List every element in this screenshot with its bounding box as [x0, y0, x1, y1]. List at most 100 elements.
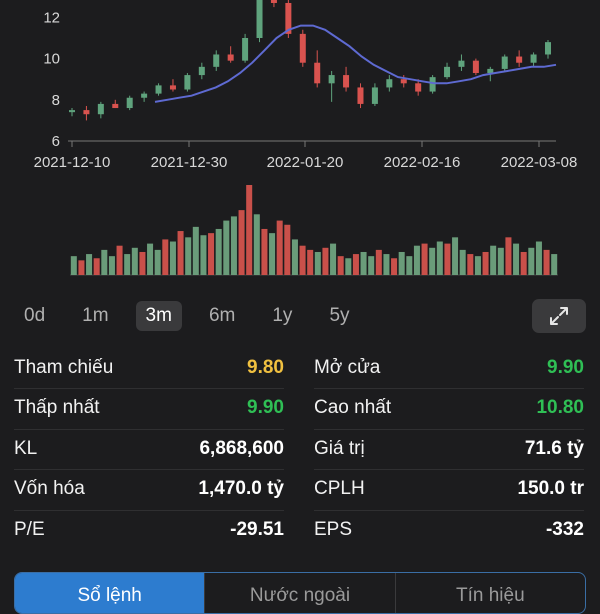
range-button-1y[interactable]: 1y — [262, 301, 302, 331]
candle-body — [343, 75, 350, 88]
stat-label: Giá trị — [314, 437, 365, 459]
candle-body — [328, 75, 335, 84]
stat-cell: Cao nhất 10.80 — [314, 388, 584, 430]
volume-bar — [322, 247, 329, 275]
candle-body — [126, 97, 133, 109]
stat-row: Thấp nhất 9.90 Cao nhất 10.80 — [14, 389, 586, 430]
volume-bar — [535, 241, 542, 275]
volume-bar — [261, 228, 268, 275]
candle-body — [83, 110, 90, 115]
range-button-5y[interactable]: 5y — [319, 301, 359, 331]
volume-bar — [269, 233, 276, 275]
y-tick-label: 8 — [52, 92, 60, 109]
candle-body — [270, 0, 277, 3]
stat-label: CPLH — [314, 478, 365, 500]
candle-body — [357, 87, 364, 104]
volume-bar — [314, 251, 321, 275]
volume-bar — [452, 237, 459, 275]
stat-cell: Thấp nhất 9.90 — [14, 388, 284, 430]
tab-0[interactable]: Sổ lệnh — [15, 573, 205, 613]
candle-body — [314, 62, 321, 84]
stock-stats-table: Tham chiếu 9.80 Mở cửa 9.90 Thấp nhất 9.90 Cao… — [14, 348, 586, 551]
stat-value: 9.80 — [247, 356, 284, 378]
price-chart[interactable]: 12 10 8 6 2021-12-10 2021-12-30 2022-01-20 2022… — [0, 0, 600, 285]
volume-bar — [253, 214, 260, 275]
volume-bar — [162, 239, 169, 275]
candle-body — [458, 60, 465, 67]
volume-bar — [543, 249, 550, 275]
stat-label: Mở cửa — [314, 356, 381, 378]
candle-body — [184, 75, 191, 90]
volume-bar — [528, 247, 535, 275]
stat-row: KL 6,868,600 Giá trị 71.6 tỷ — [14, 429, 586, 470]
candle-body — [415, 83, 422, 92]
volume-bar — [208, 233, 215, 275]
tab-2[interactable]: Tín hiệu — [394, 573, 585, 613]
stat-label: KL — [14, 437, 38, 459]
expand-icon — [550, 307, 568, 325]
volume-bar — [246, 185, 253, 275]
x-tick-label: 2021-12-10 — [34, 154, 111, 171]
tab-1[interactable]: Nước ngoài — [204, 573, 394, 613]
stat-cell: Tham chiếu 9.80 — [14, 348, 284, 389]
x-tick-label: 2021-12-30 — [151, 154, 228, 171]
stat-label: Thấp nhất — [14, 397, 100, 419]
volume-bar — [444, 243, 451, 275]
volume-bar — [185, 237, 192, 275]
y-tick-label: 12 — [43, 9, 60, 26]
candle-body — [112, 103, 119, 109]
volume-bar — [459, 249, 466, 275]
stat-value: 10.80 — [536, 397, 584, 419]
candle-body — [227, 54, 234, 61]
candle-body — [530, 54, 537, 63]
candle-body — [429, 77, 436, 92]
volume-bar — [490, 245, 497, 275]
volume-bar — [78, 260, 85, 275]
y-tick-label: 10 — [43, 51, 60, 68]
range-button-6m[interactable]: 6m — [199, 301, 245, 331]
stat-label: Cao nhất — [314, 397, 392, 419]
volume-bar — [345, 258, 352, 275]
volume-bar — [223, 220, 230, 275]
stat-cell: P/E -29.51 — [14, 510, 284, 551]
volume-bar — [383, 254, 390, 275]
volume-bar — [551, 254, 558, 275]
candle-body — [400, 79, 407, 84]
volume-bar — [337, 256, 344, 275]
volume-bar — [116, 245, 123, 275]
stat-cell: Giá trị 71.6 tỷ — [314, 429, 584, 470]
candle-body — [141, 93, 148, 98]
volume-bar — [436, 241, 443, 275]
volume-bar — [406, 256, 413, 275]
stat-label: P/E — [14, 519, 45, 541]
y-tick-label: 6 — [52, 133, 60, 150]
candle-body — [371, 87, 378, 104]
candle-body — [97, 103, 104, 115]
chart-canvas[interactable]: 12 10 8 6 2021-12-10 2021-12-30 2022-01-20 2022… — [0, 0, 600, 285]
stat-label: EPS — [314, 519, 353, 541]
stat-cell: Vốn hóa 1,470.0 tỷ — [14, 469, 284, 511]
volume-bar — [131, 247, 138, 275]
expand-chart-button[interactable] — [532, 299, 586, 333]
x-tick-label: 2022-01-20 — [267, 154, 344, 171]
candle-body — [155, 85, 162, 94]
range-list: 0d 1m 3m 6m 1y 5y — [14, 301, 377, 331]
range-button-0d[interactable]: 0d — [14, 301, 55, 331]
volume-bar — [413, 245, 420, 275]
range-button-1m[interactable]: 1m — [72, 301, 118, 331]
volume-bar — [154, 249, 161, 275]
candle-body — [299, 33, 306, 63]
candle-body — [69, 110, 75, 113]
stat-value: -29.51 — [230, 519, 284, 541]
volume-bar — [467, 254, 474, 275]
bottom-tabs: Sổ lệnh Nước ngoài Tín hiệu — [14, 572, 586, 614]
candle-body — [501, 56, 508, 69]
volume-bar — [482, 251, 489, 275]
volume-bar — [421, 243, 428, 275]
volume-bar — [375, 249, 382, 275]
stat-value: 1,470.0 tỷ — [198, 478, 284, 500]
range-button-3m[interactable]: 3m — [135, 301, 182, 331]
volume-bar — [513, 243, 520, 275]
volume-bar — [93, 258, 100, 275]
candle-body — [198, 66, 205, 76]
